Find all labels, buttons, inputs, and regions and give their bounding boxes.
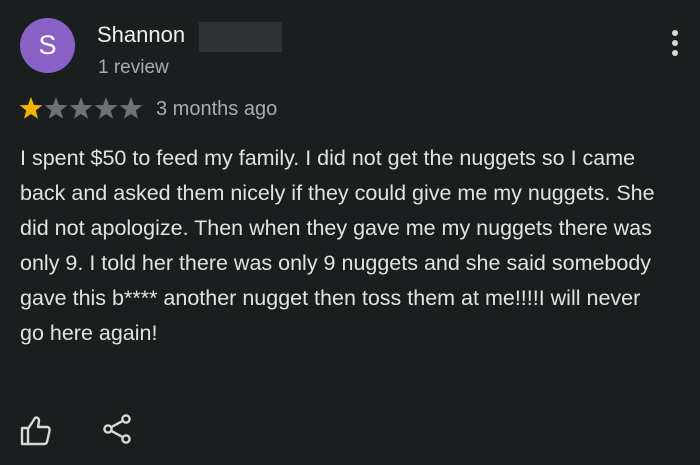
star-empty-icon [69,97,93,119]
review-count: 1 review [98,57,169,78]
star-empty-icon [94,97,118,119]
share-icon [103,414,131,444]
star-rating [19,96,144,122]
review-date: 3 months ago [156,98,278,120]
more-options-button[interactable] [662,26,688,60]
like-button[interactable] [19,414,53,448]
redacted-surname [199,22,282,52]
star-empty-icon [119,97,143,119]
star-filled-icon [19,97,43,119]
reviewer-name[interactable]: Shannon [97,22,185,48]
thumbs-up-icon [20,416,51,446]
avatar[interactable]: S [20,18,75,73]
more-vert-icon [672,30,678,56]
review-text: I spent $50 to feed my family. I did not… [20,146,655,345]
share-button[interactable] [102,413,134,445]
star-empty-icon [44,97,68,119]
star-rating-icons [19,97,143,119]
